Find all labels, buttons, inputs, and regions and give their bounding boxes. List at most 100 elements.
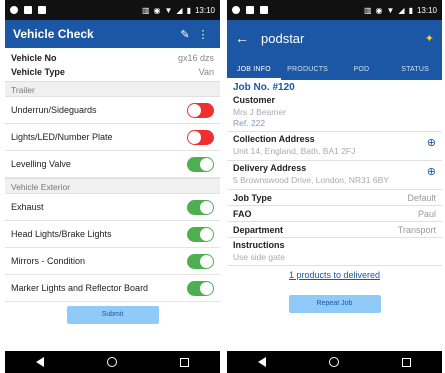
toggle-switch[interactable]	[187, 199, 214, 215]
collection-address-block[interactable]: Collection Address Unit 14, England, Bat…	[227, 131, 442, 160]
vehicle-type-row: Vehicle Type Van	[5, 65, 220, 79]
vibrate-icon: ▥	[141, 5, 150, 15]
job-type-row: Job Type Default	[227, 189, 442, 205]
app-notification-icon	[246, 6, 254, 14]
submit-button[interactable]: Submit	[66, 306, 159, 324]
check-label: Mirrors - Condition	[11, 256, 86, 266]
status-bar: ▥ ◉ ▼ ◢ ▮ 13:10	[227, 0, 442, 20]
check-row: Lights/LED/Number Plate	[5, 124, 220, 151]
tab-pod[interactable]: POD	[335, 66, 389, 80]
status-bar: ▥ ◉ ▼ ◢ ▮ 13:10	[5, 0, 220, 20]
overflow-menu-icon[interactable]: ⋮	[194, 28, 212, 41]
check-row: Levelling Valve	[5, 151, 220, 178]
page-title: Vehicle Check	[13, 27, 94, 41]
fao-label: FAO	[233, 208, 252, 219]
submit-wrap: Submit	[5, 302, 220, 324]
battery-icon: ▮	[186, 5, 191, 15]
instructions-block: Instructions Use side gate	[227, 237, 442, 265]
job-type-label: Job Type	[233, 192, 272, 203]
nav-bar	[5, 351, 220, 373]
job-type-value: Default	[407, 192, 436, 203]
android-icon	[38, 6, 46, 14]
customer-name: Mrs J Beamer	[233, 107, 286, 117]
fao-row: FAO Paul	[227, 205, 442, 221]
globe-icon[interactable]: ⊕	[427, 165, 436, 178]
check-label: Marker Lights and Reflector Board	[11, 283, 149, 293]
toggle-switch[interactable]	[187, 280, 214, 296]
products-link[interactable]: 1 products to delivered	[227, 265, 442, 283]
globe-icon[interactable]: ⊕	[427, 136, 436, 149]
clock: 13:10	[194, 5, 215, 15]
check-label: Head Lights/Brake Lights	[11, 229, 112, 239]
check-row: Head Lights/Brake Lights	[5, 221, 220, 248]
back-arrow-icon[interactable]: ←	[235, 30, 255, 46]
instructions-value: Use side gate	[233, 252, 285, 262]
repeat-wrap: Repeat Job	[227, 283, 442, 313]
fao-value: Paul	[417, 208, 436, 219]
vehicle-check-screen: ▥ ◉ ▼ ◢ ▮ 13:10 Vehicle Check ✎ ⋮ Vehicl…	[5, 0, 220, 373]
app-bar: Vehicle Check ✎ ⋮	[5, 20, 220, 48]
section-header-trailer: Trailer	[5, 81, 220, 97]
delivery-address-label: Delivery Address	[233, 163, 307, 173]
check-row: Underrun/Sideguards	[5, 97, 220, 124]
toggle-switch[interactable]	[187, 253, 214, 269]
app-notification-icon	[24, 6, 32, 14]
wifi-icon: ▼	[164, 5, 173, 15]
toggle-switch[interactable]	[187, 129, 214, 145]
notification-icon	[10, 6, 18, 14]
location-icon: ◉	[153, 5, 161, 15]
vehicle-no-row: Vehicle No gx16 dzs	[5, 51, 220, 65]
vehicle-type-value: Van	[198, 67, 214, 77]
wifi-icon: ▼	[386, 5, 395, 15]
check-row: Mirrors - Condition	[5, 248, 220, 275]
recents-nav-icon[interactable]	[401, 357, 411, 367]
tab-bar: JOB INFO PRODUCTS POD STATUS	[227, 56, 442, 80]
delivery-address-block[interactable]: Delivery Address 5 Brownswood Drive, Lon…	[227, 160, 442, 189]
clock: 13:10	[416, 5, 437, 15]
android-icon	[260, 6, 268, 14]
toggle-switch[interactable]	[187, 102, 214, 118]
department-value: Transport	[397, 224, 436, 235]
signal-icon: ◢	[398, 5, 405, 15]
signal-icon: ◢	[176, 5, 183, 15]
back-nav-icon[interactable]	[258, 357, 267, 367]
tab-status[interactable]: STATUS	[388, 66, 442, 80]
page-title: podstar	[261, 30, 305, 46]
back-nav-icon[interactable]	[36, 357, 45, 367]
check-label: Exhaust	[11, 202, 44, 212]
toggle-switch[interactable]	[187, 156, 214, 172]
check-label: Lights/LED/Number Plate	[11, 132, 113, 142]
app-bar: ← podstar ✦	[227, 20, 442, 56]
repeat-job-button[interactable]: Repeat Job	[288, 295, 381, 313]
tab-products[interactable]: PRODUCTS	[281, 66, 335, 80]
section-header-vehicle-exterior: Vehicle Exterior	[5, 178, 220, 194]
vehicle-type-label: Vehicle Type	[11, 67, 65, 77]
location-icon: ◉	[375, 5, 383, 15]
check-label: Levelling Valve	[11, 159, 71, 169]
vehicle-no-value: gx16 dzs	[177, 53, 214, 63]
battery-icon: ▮	[408, 5, 413, 15]
home-nav-icon[interactable]	[106, 357, 117, 367]
instructions-label: Instructions	[233, 240, 285, 250]
notification-icon	[232, 6, 240, 14]
recents-nav-icon[interactable]	[179, 357, 189, 367]
check-row: Exhaust	[5, 194, 220, 221]
job-number: Job No. #120	[233, 82, 295, 93]
job-header: Job No. #120 Customer Mrs J Beamer Ref. …	[227, 80, 442, 131]
dog-logo-icon: ✦	[424, 32, 434, 45]
tab-job-info[interactable]: JOB INFO	[227, 66, 281, 80]
department-label: Department	[233, 224, 284, 235]
toggle-switch[interactable]	[187, 226, 214, 242]
department-row: Department Transport	[227, 221, 442, 237]
nav-bar	[227, 351, 442, 373]
check-row: Marker Lights and Reflector Board	[5, 275, 220, 302]
collection-address-value: Unit 14, England, Bath, BA1 2FJ	[233, 146, 356, 156]
home-nav-icon[interactable]	[328, 357, 339, 367]
vibrate-icon: ▥	[363, 5, 372, 15]
customer-label: Customer	[233, 95, 276, 105]
wrench-icon[interactable]: ✎	[176, 28, 194, 41]
check-label: Underrun/Sideguards	[11, 105, 97, 115]
customer-ref: Ref. 222	[233, 118, 266, 128]
vehicle-no-label: Vehicle No	[11, 53, 57, 63]
collection-address-label: Collection Address	[233, 134, 315, 144]
